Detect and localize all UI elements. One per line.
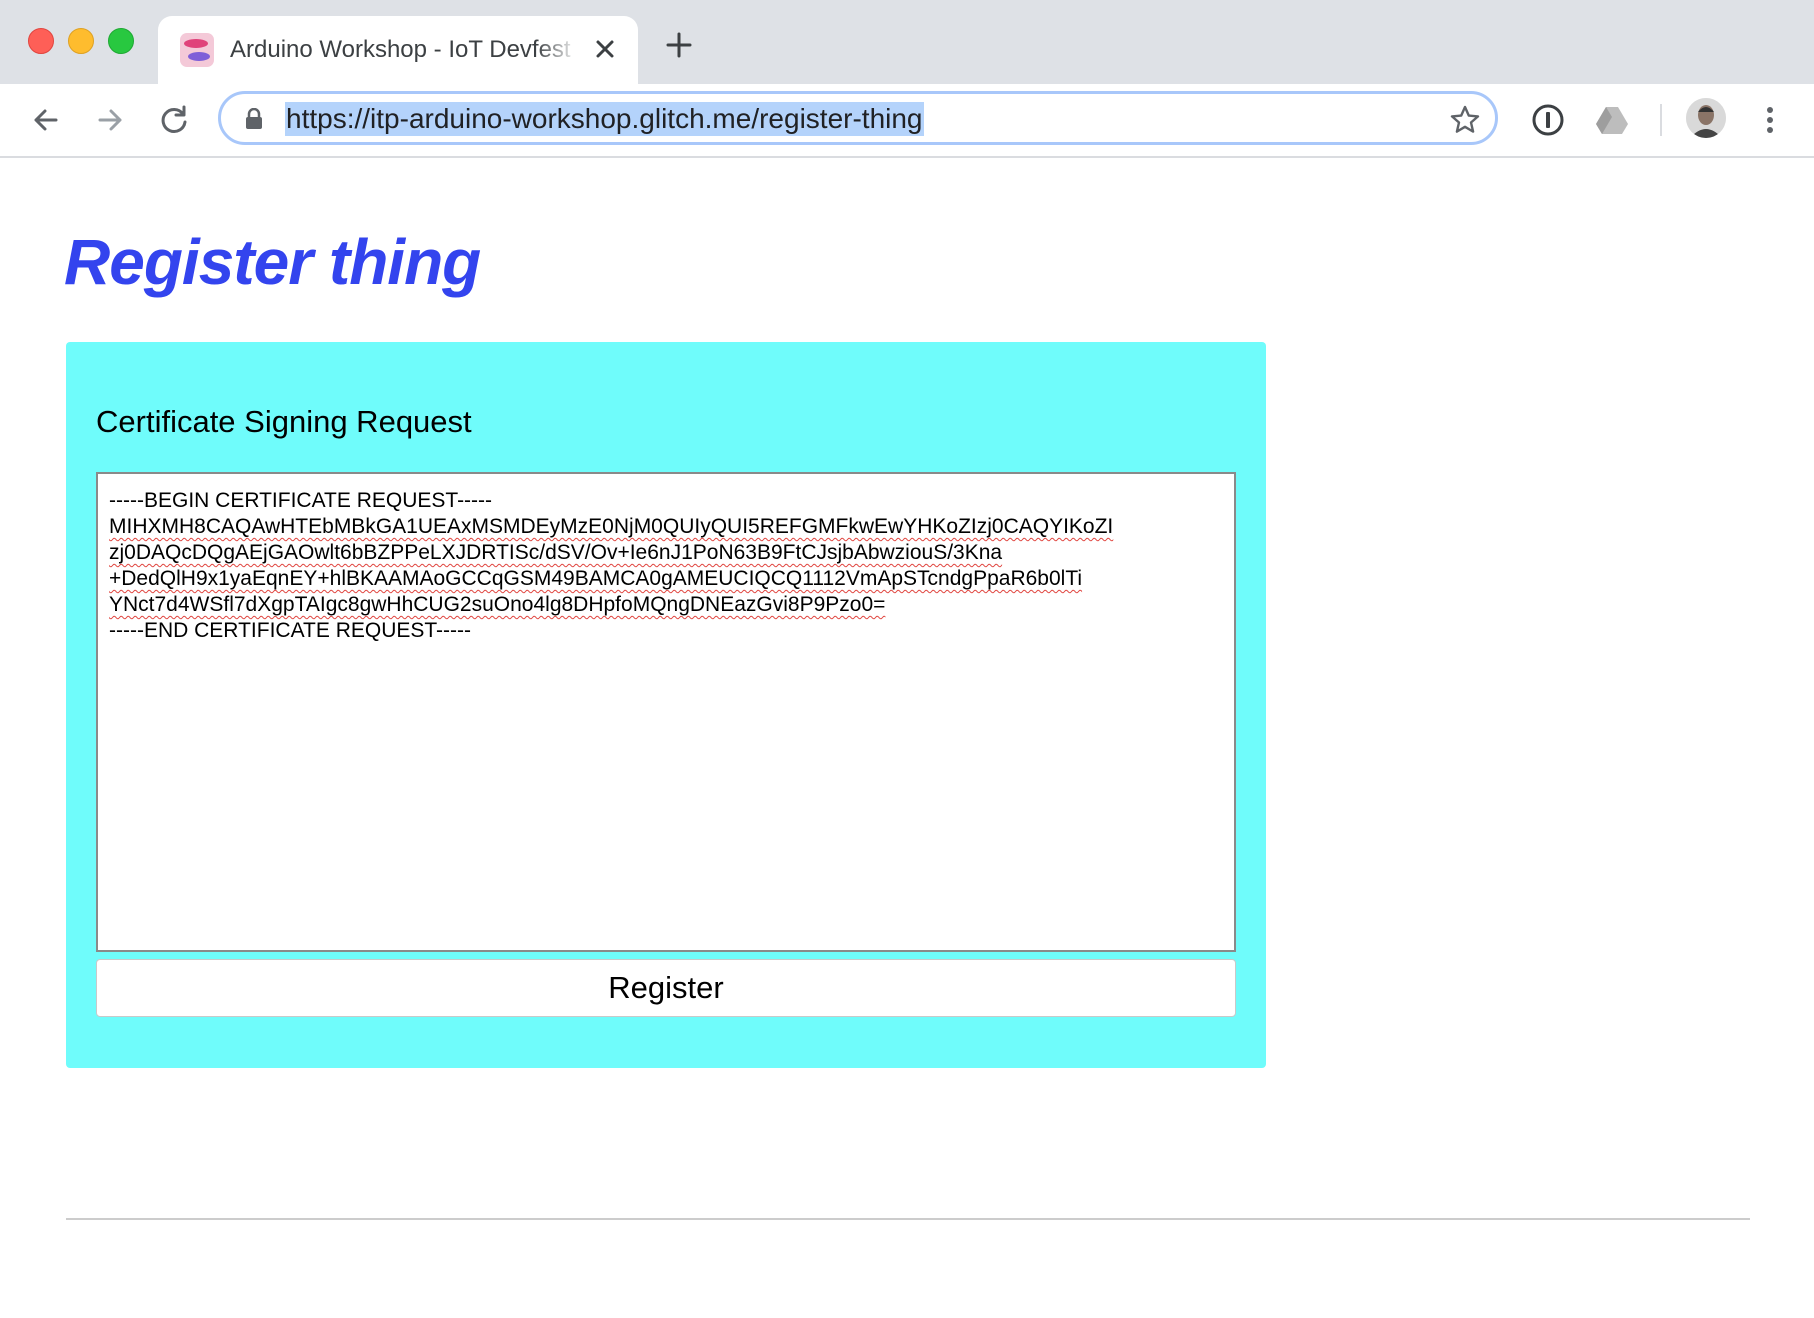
reload-icon[interactable] [156, 102, 192, 138]
register-form-panel: Certificate Signing Request -----BEGIN C… [66, 342, 1266, 1068]
csr-line-end: -----END CERTIFICATE REQUEST----- [109, 619, 472, 642]
page-title: Register thing [64, 226, 481, 298]
csr-line-3-text: +DedQlH9x1yaEqnEY+hlBKAAMAoGCCqGSM49BAMC… [109, 567, 1083, 590]
maximize-window-button[interactable] [108, 28, 134, 54]
csr-label: Certificate Signing Request [96, 404, 472, 439]
star-icon[interactable] [1449, 104, 1481, 136]
csr-line-2: zj0DAQcDQgAEjGAOwlt6bBZPPeLXJDRTISc/dSV/… [109, 540, 1223, 566]
csr-textarea[interactable]: -----BEGIN CERTIFICATE REQUEST----- MIHXM… [96, 472, 1236, 952]
csr-line-4-text: YNct7d4WSfl7dXgpTAIgc8gwHhCUG2suOno4lg8D… [109, 593, 886, 616]
footer-divider [66, 1218, 1750, 1220]
glitch-fish-icon [180, 33, 214, 67]
close-tab-icon[interactable] [590, 34, 620, 64]
csr-line-2-text: zj0DAQcDQgAEjGAOwlt6bBZPPeLXJDRTISc/dSV/… [109, 541, 1003, 564]
toolbar-separator [1660, 104, 1662, 136]
csr-line-begin: -----BEGIN CERTIFICATE REQUEST----- [109, 489, 493, 512]
browser-tab-active[interactable]: Arduino Workshop - IoT Devfest [158, 16, 638, 84]
google-drive-icon[interactable] [1594, 102, 1630, 138]
close-window-button[interactable] [28, 28, 54, 54]
kebab-menu-icon[interactable] [1758, 102, 1782, 138]
tab-title: Arduino Workshop - IoT Devfest [230, 36, 571, 63]
forward-arrow-icon[interactable] [92, 102, 128, 138]
csr-line-3: +DedQlH9x1yaEqnEY+hlBKAAMAoGCCqGSM49BAMC… [109, 566, 1223, 592]
back-arrow-icon[interactable] [28, 102, 64, 138]
profile-avatar[interactable] [1686, 98, 1726, 138]
csr-line-1-text: MIHXMH8CAQAwHTEbMBkGA1UEAxMSMDEyMzE0NjM0… [109, 515, 1114, 538]
browser-toolbar: https://itp-arduino-workshop.glitch.me/r… [0, 84, 1814, 158]
browser-tab-strip: Arduino Workshop - IoT Devfest [0, 0, 1814, 84]
lock-icon[interactable] [245, 108, 263, 130]
csr-line-4: YNct7d4WSfl7dXgpTAIgc8gwHhCUG2suOno4lg8D… [109, 592, 1223, 618]
profile-photo-icon [1686, 98, 1726, 138]
url-text[interactable]: https://itp-arduino-workshop.glitch.me/r… [285, 102, 924, 136]
csr-line-1: MIHXMH8CAQAwHTEbMBkGA1UEAxMSMDEyMzE0NjM0… [109, 514, 1223, 540]
register-button[interactable]: Register [96, 959, 1236, 1017]
new-tab-icon[interactable] [664, 30, 694, 60]
minimize-window-button[interactable] [68, 28, 94, 54]
1password-icon[interactable] [1530, 102, 1566, 138]
address-bar[interactable]: https://itp-arduino-workshop.glitch.me/r… [218, 91, 1498, 145]
